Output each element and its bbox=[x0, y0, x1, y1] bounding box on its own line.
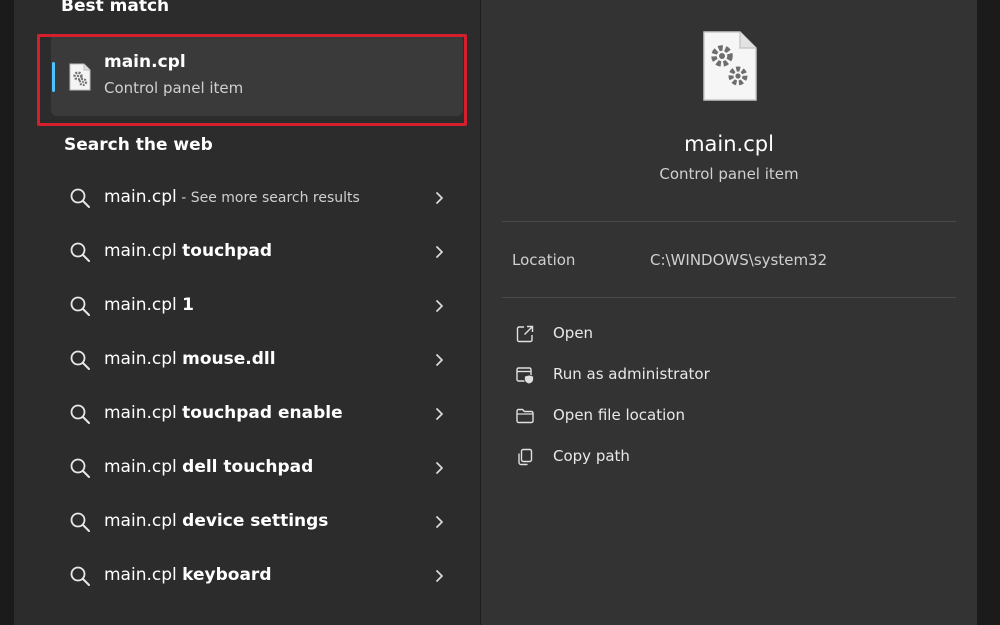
location-label: Location bbox=[512, 251, 576, 269]
preview-subtitle: Control panel item bbox=[659, 165, 799, 183]
chevron-right-icon[interactable] bbox=[432, 352, 446, 368]
results-pane: Best match main.cpl Control panel item S… bbox=[14, 0, 480, 625]
copy-path-label: Copy path bbox=[553, 447, 630, 465]
search-icon bbox=[70, 188, 90, 208]
search-icon bbox=[70, 458, 90, 478]
best-match-item[interactable] bbox=[51, 34, 463, 116]
chevron-right-icon[interactable] bbox=[432, 460, 446, 476]
open-label: Open bbox=[553, 324, 594, 342]
web-suggestion-row[interactable]: main.cpl dell touchpad bbox=[51, 445, 463, 491]
open-icon bbox=[516, 325, 534, 343]
chevron-right-icon[interactable] bbox=[432, 406, 446, 422]
control-panel-file-large-icon bbox=[703, 31, 757, 101]
web-suggestion-text: main.cpl touchpad enable bbox=[104, 403, 343, 423]
web-suggestion-text: main.cpl touchpad bbox=[104, 241, 272, 261]
chevron-right-icon[interactable] bbox=[432, 568, 446, 584]
control-panel-file-icon bbox=[69, 63, 91, 91]
web-suggestion-text: main.cpl 1 bbox=[104, 295, 194, 315]
chevron-right-icon[interactable] bbox=[432, 514, 446, 530]
divider bbox=[502, 297, 956, 298]
best-match-name: main.cpl bbox=[104, 52, 186, 72]
search-icon bbox=[70, 242, 90, 262]
folder-icon bbox=[516, 408, 534, 424]
run-as-admin-label: Run as administrator bbox=[553, 365, 710, 383]
copy-icon bbox=[518, 448, 533, 466]
window-edge-right bbox=[977, 0, 1000, 625]
run-as-admin-action[interactable]: Run as administrator bbox=[502, 357, 956, 393]
query-completion: device settings bbox=[182, 511, 329, 531]
query-completion: keyboard bbox=[182, 565, 272, 585]
best-match-heading: Best match bbox=[61, 0, 170, 16]
query-text: main.cpl bbox=[104, 403, 183, 423]
chevron-right-icon[interactable] bbox=[432, 190, 446, 206]
open-file-location-label: Open file location bbox=[553, 406, 685, 424]
web-suggestion-row[interactable]: main.cpl 1 bbox=[51, 283, 463, 329]
chevron-right-icon[interactable] bbox=[432, 298, 446, 314]
query-text: main.cpl bbox=[104, 511, 183, 531]
query-completion: dell touchpad bbox=[182, 457, 314, 477]
shield-icon bbox=[516, 367, 534, 385]
best-match-type: Control panel item bbox=[104, 79, 244, 97]
search-icon bbox=[70, 512, 90, 532]
query-text: main.cpl bbox=[104, 241, 183, 261]
query-text: main.cpl bbox=[104, 187, 177, 207]
web-suggestion-row[interactable]: main.cpl device settings bbox=[51, 499, 463, 545]
web-suggestion-text: main.cpl mouse.dll bbox=[104, 349, 276, 369]
open-action[interactable]: Open bbox=[502, 316, 956, 352]
location-value: C:\WINDOWS\system32 bbox=[650, 251, 828, 269]
search-icon bbox=[70, 404, 90, 424]
chevron-right-icon[interactable] bbox=[432, 244, 446, 260]
query-text: main.cpl bbox=[104, 295, 183, 315]
selection-indicator bbox=[52, 62, 55, 92]
web-suggestion-row[interactable]: main.cpl - See more search results bbox=[51, 175, 463, 221]
window-edge-left bbox=[0, 0, 14, 625]
search-icon bbox=[70, 566, 90, 586]
query-completion: 1 bbox=[182, 295, 194, 315]
search-icon bbox=[70, 350, 90, 370]
query-text: main.cpl bbox=[104, 457, 183, 477]
query-completion: touchpad bbox=[182, 241, 273, 261]
search-icon bbox=[70, 296, 90, 316]
web-suggestion-row[interactable]: main.cpl keyboard bbox=[51, 553, 463, 599]
divider bbox=[502, 221, 956, 222]
web-suggestion-text: main.cpl - See more search results bbox=[104, 187, 360, 207]
preview-title: main.cpl bbox=[684, 132, 774, 156]
web-suggestion-text: main.cpl dell touchpad bbox=[104, 457, 313, 477]
web-suggestion-text: main.cpl keyboard bbox=[104, 565, 272, 585]
web-suggestion-row[interactable]: main.cpl touchpad bbox=[51, 229, 463, 275]
web-suggestion-row[interactable]: main.cpl touchpad enable bbox=[51, 391, 463, 437]
preview-pane: main.cpl Control panel item Location C:\… bbox=[481, 0, 977, 625]
query-text: main.cpl bbox=[104, 565, 183, 585]
query-text: main.cpl bbox=[104, 349, 183, 369]
web-suggestion-text: main.cpl device settings bbox=[104, 511, 328, 531]
search-web-heading: Search the web bbox=[64, 135, 213, 155]
query-completion: touchpad enable bbox=[182, 403, 343, 423]
web-suggestion-row[interactable]: main.cpl mouse.dll bbox=[51, 337, 463, 383]
copy-path-action[interactable]: Copy path bbox=[502, 439, 956, 475]
query-completion: mouse.dll bbox=[182, 349, 276, 369]
open-file-location-action[interactable]: Open file location bbox=[502, 398, 956, 434]
more-results-hint: - See more search results bbox=[176, 190, 360, 206]
